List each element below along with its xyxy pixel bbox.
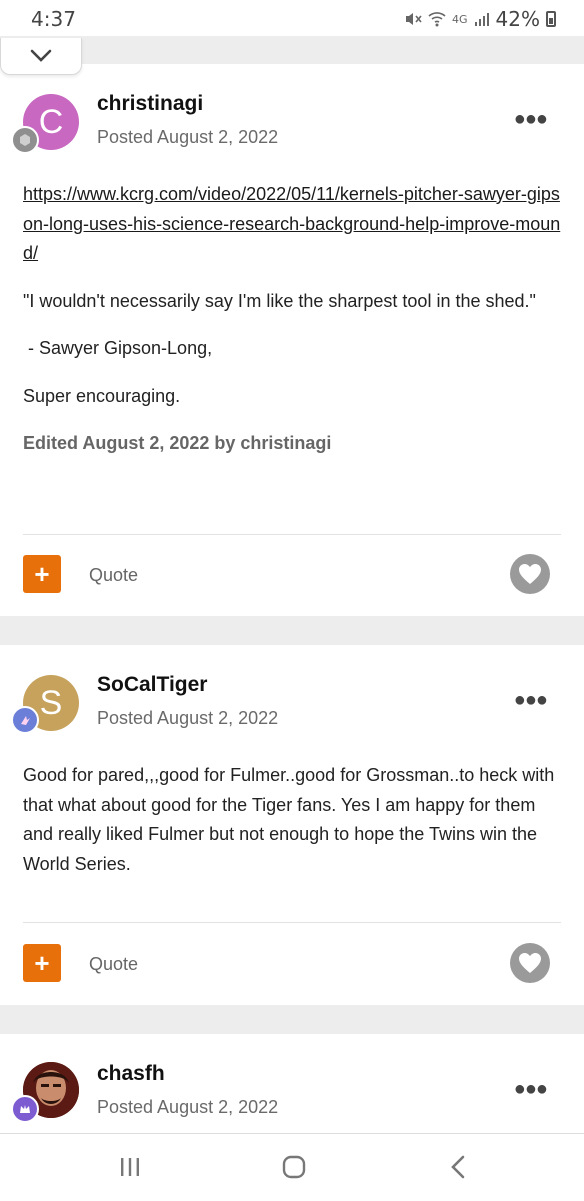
post-paragraph: - Sawyer Gipson-Long,	[23, 338, 213, 358]
back-button[interactable]	[438, 1152, 478, 1182]
post-link[interactable]: https://www.kcrg.com/video/2022/05/11/ke…	[23, 184, 560, 263]
chevron-down-icon	[30, 49, 52, 62]
rank-badge-icon	[11, 706, 39, 734]
system-nav-bar	[0, 1133, 584, 1201]
recent-apps-button[interactable]	[110, 1152, 150, 1182]
back-icon	[451, 1155, 465, 1179]
heart-icon	[519, 953, 541, 973]
post-date[interactable]: Posted August 2, 2022	[97, 127, 278, 148]
divider	[23, 922, 561, 923]
divider	[23, 534, 561, 535]
plus-icon: +	[34, 947, 50, 978]
status-indicators: 4G 42%	[404, 7, 556, 31]
heart-icon	[519, 564, 541, 584]
author-name[interactable]: chasfh	[97, 1062, 165, 1086]
home-button[interactable]	[274, 1152, 314, 1182]
mute-icon	[406, 13, 422, 25]
like-button[interactable]	[510, 943, 550, 983]
post-paragraph: Good for pared,,,good for Fulmer..good f…	[23, 765, 555, 874]
author-name[interactable]: SoCalTiger	[97, 673, 207, 697]
status-icons: 4G	[404, 11, 490, 27]
quote-button[interactable]: +	[23, 555, 61, 593]
post-card: chasfh Posted August 2, 2022 ●●●	[0, 1034, 584, 1134]
post-date[interactable]: Posted August 2, 2022	[97, 708, 278, 729]
post-date[interactable]: Posted August 2, 2022	[97, 1097, 278, 1118]
edited-note: Edited August 2, 2022 by christinagi	[23, 433, 332, 453]
post-paragraph: Super encouraging.	[23, 385, 181, 406]
quote-label[interactable]: Quote	[89, 565, 138, 586]
rank-badge-icon	[11, 126, 39, 154]
post-content: Good for pared,,,good for Fulmer..good f…	[23, 761, 563, 879]
avatar-letter: S	[39, 683, 63, 722]
home-icon	[282, 1155, 306, 1179]
plus-icon: +	[34, 558, 50, 589]
collapse-button[interactable]	[0, 38, 82, 75]
avatar-letter: C	[38, 102, 64, 141]
battery-icon	[546, 11, 556, 27]
author-name[interactable]: christinagi	[97, 92, 203, 116]
post-card: C christinagi Posted August 2, 2022 ●●● …	[0, 64, 584, 616]
more-options-icon[interactable]: ●●●	[514, 689, 548, 712]
status-bar: 4:37 4G 42%	[0, 0, 584, 36]
more-options-icon[interactable]: ●●●	[514, 1078, 548, 1101]
post-paragraph: "I wouldn't necessarily say I'm like the…	[23, 290, 536, 311]
post-card: S SoCalTiger Posted August 2, 2022 ●●● G…	[0, 645, 584, 1005]
network-type: 4G	[452, 12, 468, 26]
wifi-icon	[428, 12, 446, 27]
post-content: https://www.kcrg.com/video/2022/05/11/ke…	[23, 180, 563, 459]
signal-icon	[474, 13, 489, 26]
quote-button[interactable]: +	[23, 944, 61, 982]
recent-apps-icon	[121, 1158, 139, 1176]
quote-label[interactable]: Quote	[89, 954, 138, 975]
status-time: 4:37	[31, 7, 76, 31]
more-options-icon[interactable]: ●●●	[514, 108, 548, 131]
like-button[interactable]	[510, 554, 550, 594]
battery-percent: 42%	[495, 7, 540, 31]
rank-badge-icon	[11, 1095, 39, 1123]
